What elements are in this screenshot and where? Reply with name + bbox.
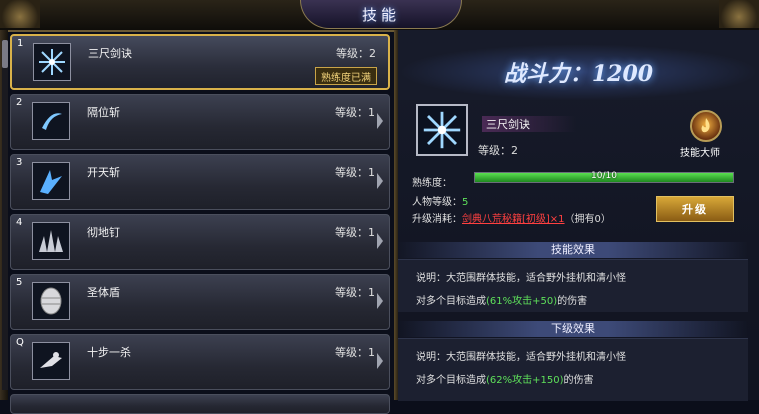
- next-damage-suffix: 的伤害: [563, 375, 594, 386]
- upgrade-cost-item[interactable]: 剑典八荒秘籍[初级]×1: [462, 214, 565, 225]
- skill-level: 等级：1: [335, 346, 375, 359]
- skill-list-item-partial[interactable]: [10, 394, 390, 414]
- proficiency-row: 熟练度：: [412, 174, 452, 189]
- next-level-body: 说明：大范围群体技能，适合野外挂机和清小怪 对多个目标造成(62%攻击+150)…: [398, 338, 748, 401]
- upgrade-cost-row: 升级消耗：剑典八荒秘籍[初级]×1（拥有0）: [412, 210, 611, 225]
- next-level-header: 下级效果: [398, 321, 748, 337]
- skill-level: 等级：1: [335, 286, 375, 299]
- upgrade-button[interactable]: 升级: [656, 196, 734, 222]
- skill-list-scrollbar[interactable]: [2, 40, 8, 390]
- skill-list-item[interactable]: 4 彻地钉 等级：1: [10, 214, 390, 270]
- skill-hotkey: 3: [16, 157, 23, 168]
- crescent-slash-icon: [32, 102, 70, 140]
- skill-effect-header: 技能效果: [398, 242, 748, 258]
- chevron-right-icon: [377, 173, 383, 189]
- skill-name: 彻地钉: [87, 226, 120, 239]
- next-effect-description: 说明：大范围群体技能，适合野外挂机和清小怪: [416, 352, 626, 363]
- next-damage-value: (62%攻击+150): [486, 375, 564, 386]
- skill-detail-panel: 战斗力：1200 三尺剑诀 等级：2 技能大师 熟练度： 10/10 人物等级：…: [398, 30, 759, 401]
- proficiency-bar: 10/10: [474, 171, 734, 183]
- combat-power: 战斗力：1200: [503, 61, 654, 87]
- skill-list-item[interactable]: 2 隔位斩 等级：1: [10, 94, 390, 150]
- window-top-frame: 技能: [0, 0, 759, 32]
- skill-list-item[interactable]: 3 开天斩 等级：1: [10, 154, 390, 210]
- skill-level: 等级：1: [335, 226, 375, 239]
- window-title: 技能: [361, 5, 400, 24]
- skill-effect-body: 说明：大范围群体技能，适合野外挂机和清小怪 对多个目标造成(61%攻击+50)的…: [398, 259, 748, 312]
- dash-strike-icon: [32, 342, 70, 380]
- skill-level: 等级：2: [336, 47, 376, 60]
- flame-orb-icon: [690, 110, 722, 142]
- skill-hotkey: 1: [17, 38, 24, 49]
- skill-master-label: 技能大师: [680, 148, 720, 159]
- snowflake-sword-icon: [416, 104, 468, 156]
- character-level-value: 5: [462, 197, 469, 208]
- skill-hotkey: 2: [16, 97, 23, 108]
- effect-damage: 对多个目标造成(61%攻击+50)的伤害: [416, 292, 587, 307]
- scrollbar-thumb[interactable]: [2, 40, 8, 68]
- chevron-right-icon: [377, 293, 383, 309]
- detail-skill-name: 三尺剑诀: [482, 116, 576, 132]
- proficiency-max-badge: 熟练度已满: [315, 67, 377, 85]
- character-level-row: 人物等级：5: [412, 193, 468, 208]
- skill-master-button[interactable]: 技能大师: [680, 110, 734, 160]
- next-damage-prefix: 对多个目标造成: [416, 375, 486, 386]
- effect-damage-suffix: 的伤害: [557, 296, 588, 307]
- shield-egg-icon: [32, 282, 70, 320]
- skill-name: 开天斩: [87, 166, 120, 179]
- skill-level: 等级：1: [335, 166, 375, 179]
- proficiency-value: 10/10: [591, 171, 617, 181]
- skill-hotkey: 4: [16, 217, 23, 228]
- chevron-right-icon: [377, 353, 383, 369]
- effect-damage-value: (61%攻击+50): [486, 296, 558, 307]
- skill-hotkey: 5: [16, 277, 23, 288]
- skill-list-item[interactable]: 1 三尺剑诀 等级：2 熟练度已满: [10, 34, 390, 90]
- effect-description: 说明：大范围群体技能，适合野外挂机和清小怪: [416, 273, 626, 284]
- chevron-right-icon: [377, 113, 383, 129]
- skill-name: 十步一杀: [87, 346, 131, 359]
- skill-name: 隔位斩: [87, 106, 120, 119]
- skill-name: 三尺剑诀: [88, 47, 132, 60]
- skill-level: 等级：1: [335, 106, 375, 119]
- corner-ornament-right: [719, 0, 759, 28]
- upgrade-cost-owned: （拥有0）: [564, 214, 611, 225]
- sky-cleave-icon: [32, 162, 70, 200]
- corner-ornament-left: [0, 0, 40, 28]
- proficiency-label: 熟练度：: [412, 178, 452, 189]
- skill-name: 圣体盾: [87, 286, 120, 299]
- character-level-label: 人物等级：: [412, 197, 462, 208]
- chevron-right-icon: [377, 233, 383, 249]
- ground-spike-icon: [32, 222, 70, 260]
- snowflake-sword-icon: [33, 43, 71, 81]
- detail-skill-level: 等级：2: [478, 144, 518, 157]
- upgrade-cost-label: 升级消耗：: [412, 214, 462, 225]
- skill-list-item[interactable]: Q 十步一杀 等级：1: [10, 334, 390, 390]
- skill-list: 1 三尺剑诀 等级：2 熟练度已满 2 隔位斩 等级：1 3 开天斩 等级：1 …: [10, 34, 392, 414]
- effect-damage-prefix: 对多个目标造成: [416, 296, 486, 307]
- skill-list-item[interactable]: 5 圣体盾 等级：1: [10, 274, 390, 330]
- next-effect-damage: 对多个目标造成(62%攻击+150)的伤害: [416, 371, 594, 386]
- combat-power-banner: 战斗力：1200: [398, 44, 759, 100]
- window-title-plate: 技能: [300, 0, 462, 29]
- skill-hotkey: Q: [16, 337, 24, 348]
